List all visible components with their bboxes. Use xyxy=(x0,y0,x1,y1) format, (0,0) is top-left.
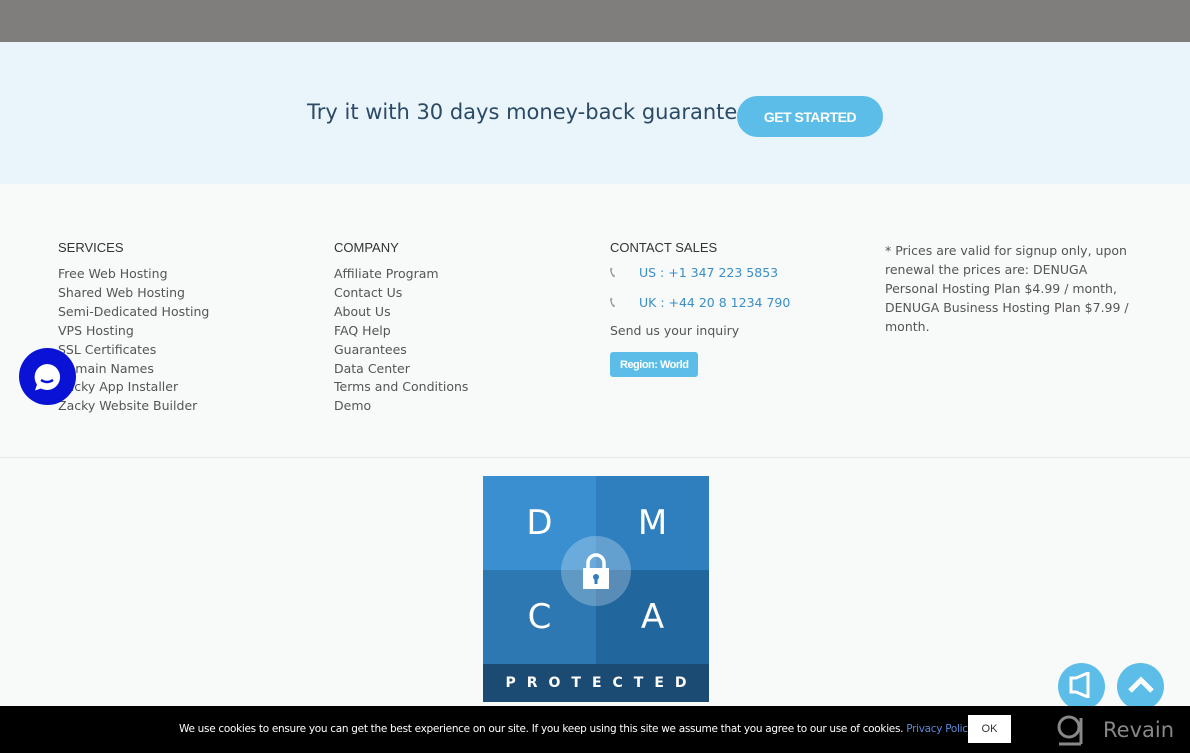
dmca-badge[interactable]: D M C A PROTECTED xyxy=(483,476,709,702)
footer-link[interactable]: VPS Hosting xyxy=(58,322,209,341)
cookie-ok-button[interactable]: OK xyxy=(968,715,1011,743)
privacy-policy-link[interactable]: Privacy Policy xyxy=(906,723,974,735)
footer-link[interactable]: Free Web Hosting xyxy=(58,265,209,284)
footer-link[interactable]: Contact Us xyxy=(334,284,468,303)
revain-text: Revain xyxy=(1103,718,1175,742)
footer-link[interactable]: FAQ Help xyxy=(334,322,468,341)
footer-link[interactable]: Data Center xyxy=(334,360,468,379)
company-column: COMPANY Affiliate Program Contact Us Abo… xyxy=(334,240,468,416)
footer-link[interactable]: Domain Names xyxy=(58,360,209,379)
footer-link[interactable]: About Us xyxy=(334,303,468,322)
pricing-note: * Prices are valid for signup only, upon… xyxy=(885,243,1129,334)
footer-link[interactable]: Zacky App Installer xyxy=(58,378,209,397)
revain-logo-icon xyxy=(1057,715,1083,746)
services-heading: SERVICES xyxy=(58,240,124,255)
chat-bubble-icon xyxy=(34,363,61,391)
footer-link[interactable]: Zacky Website Builder xyxy=(58,397,209,416)
region-button[interactable]: Region: World xyxy=(610,352,699,377)
top-bar xyxy=(0,0,1190,42)
footer-link[interactable]: Guarantees xyxy=(334,341,468,360)
divider xyxy=(0,457,1190,458)
inquiry-link[interactable]: Send us your inquiry xyxy=(610,323,790,338)
lock-icon xyxy=(561,536,631,606)
footer-link[interactable]: Demo xyxy=(334,397,468,416)
announcement-button[interactable] xyxy=(1058,663,1105,710)
services-column: SERVICES Free Web Hosting Shared Web Hos… xyxy=(58,240,209,416)
scroll-top-button[interactable] xyxy=(1117,663,1164,710)
chevron-up-icon xyxy=(1127,676,1154,693)
megaphone-icon xyxy=(1069,670,1089,700)
cookie-text: We use cookies to ensure you can get the… xyxy=(179,723,974,735)
footer-link[interactable]: Terms and Conditions xyxy=(334,378,468,397)
revain-watermark: Revain xyxy=(1055,714,1174,746)
phone-icon: 📞︎ xyxy=(610,263,616,281)
uk-phone[interactable]: 📞︎ UK : +44 20 8 1234 790 xyxy=(610,287,790,317)
get-started-button[interactable]: GET STARTED xyxy=(737,96,883,137)
cookie-bar: We use cookies to ensure you can get the… xyxy=(0,706,1190,753)
phone-icon: 📞︎ xyxy=(610,293,616,311)
us-phone[interactable]: 📞︎ US : +1 347 223 5853 xyxy=(610,257,790,287)
chat-button[interactable] xyxy=(19,348,76,405)
us-phone-number: US : +1 347 223 5853 xyxy=(639,264,779,280)
footer-link[interactable]: Affiliate Program xyxy=(334,265,468,284)
contact-heading: CONTACT SALES xyxy=(610,240,718,255)
footer-link[interactable]: Semi-Dedicated Hosting xyxy=(58,303,209,322)
footer-link[interactable]: Shared Web Hosting xyxy=(58,284,209,303)
company-heading: COMPANY xyxy=(334,240,399,255)
guarantee-text: Try it with 30 days money-back guarantee… xyxy=(307,100,757,124)
contact-column: CONTACT SALES 📞︎ US : +1 347 223 5853 📞︎ U… xyxy=(610,240,790,377)
dmca-protected-label: PROTECTED xyxy=(483,664,709,702)
uk-phone-number: UK : +44 20 8 1234 790 xyxy=(639,294,791,310)
footer-link[interactable]: SSL Certificates xyxy=(58,341,209,360)
cookie-message: We use cookies to ensure you can get the… xyxy=(179,723,904,735)
